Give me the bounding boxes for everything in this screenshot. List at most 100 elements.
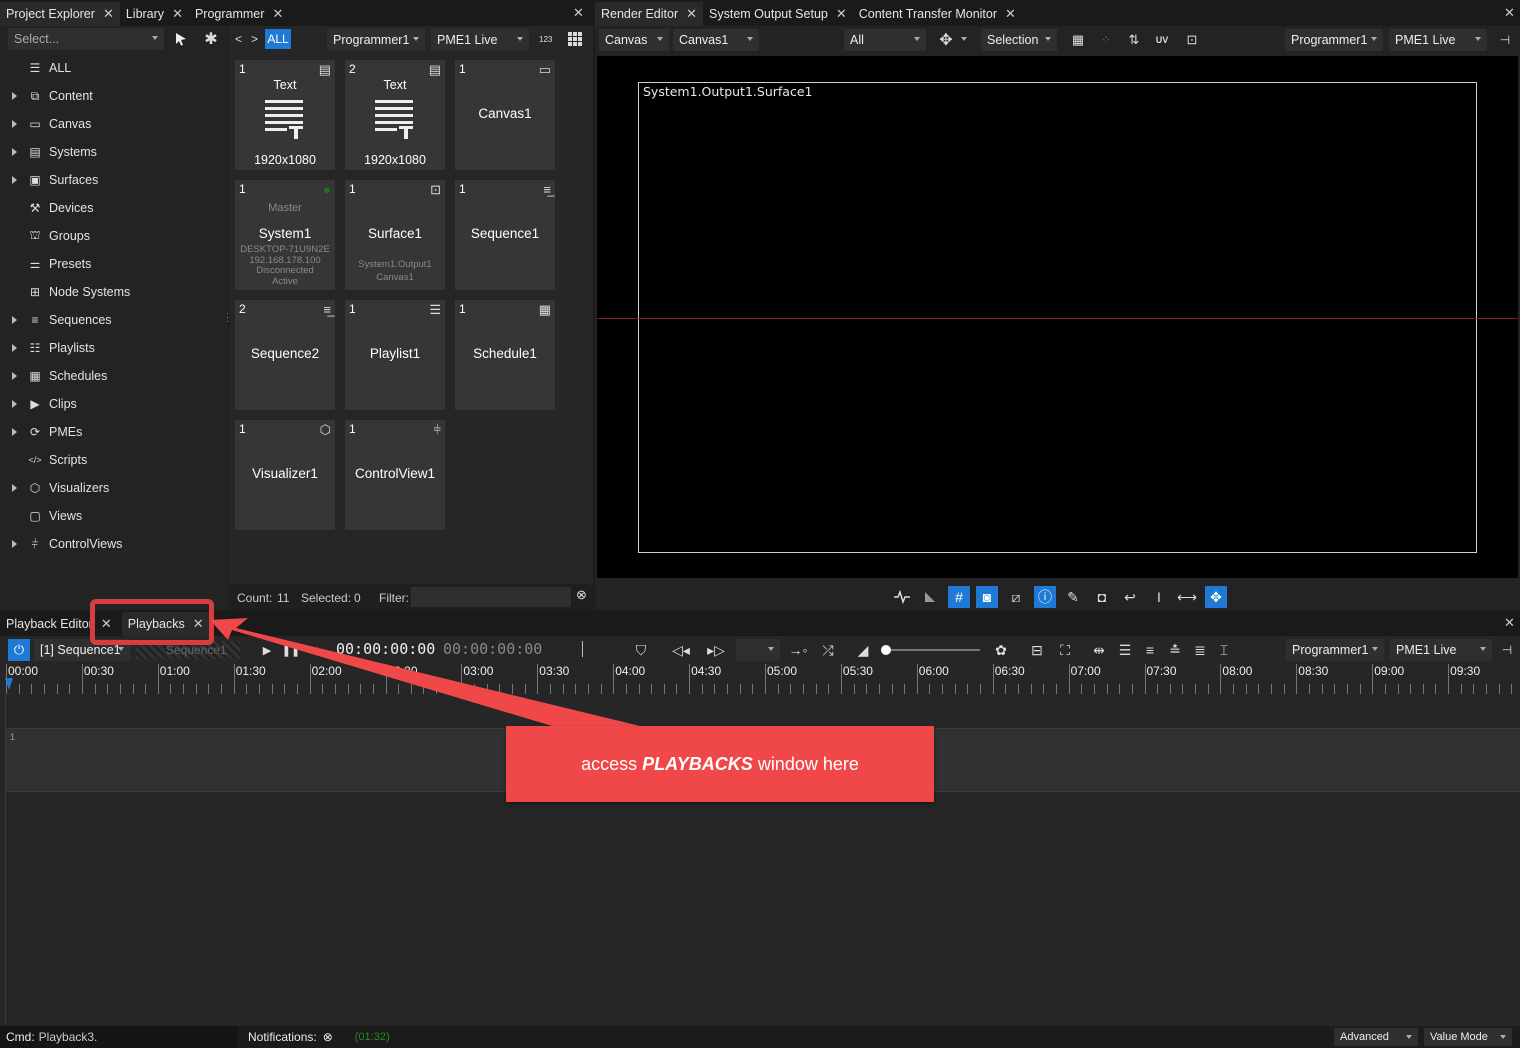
- number-toggle[interactable]: 123: [539, 35, 552, 44]
- stop-icon[interactable]: ■: [304, 639, 326, 661]
- expand-icon[interactable]: ⇹: [1088, 639, 1110, 661]
- close-icon[interactable]: ✕: [1005, 6, 1016, 22]
- power-icon[interactable]: ⏻: [8, 639, 30, 661]
- fit-icon[interactable]: ⊟: [1026, 639, 1048, 661]
- selection-dropdown[interactable]: Selection: [981, 29, 1057, 51]
- tree-item-sequences[interactable]: ≡ Sequences: [6, 306, 112, 334]
- next-cue-icon[interactable]: ▸▷: [705, 639, 727, 661]
- pin-icon[interactable]: ⊣: [1494, 29, 1516, 51]
- speed-slider[interactable]: [881, 645, 980, 655]
- marker-icon[interactable]: ⛉: [630, 639, 652, 661]
- library-tile-visualizer1[interactable]: 1 ⬡ Visualizer1: [235, 420, 335, 530]
- gradient-icon[interactable]: [919, 586, 941, 608]
- close-icon[interactable]: ✕: [836, 6, 847, 22]
- close-icon[interactable]: ✕: [103, 6, 114, 22]
- frame-icon[interactable]: ⊡: [1181, 29, 1203, 51]
- pme-dropdown[interactable]: PME1 Live: [431, 29, 529, 51]
- tree-item-clips[interactable]: ▶ Clips: [6, 390, 77, 418]
- close-icon[interactable]: ✕: [272, 6, 283, 22]
- expand-arrow-icon[interactable]: [12, 400, 17, 408]
- snap-icon[interactable]: ⁘: [1095, 29, 1117, 51]
- expand-arrow-icon[interactable]: [12, 372, 17, 380]
- flip-icon[interactable]: ⇅: [1123, 29, 1145, 51]
- library-tile-sequence1[interactable]: 1 ≡̲ Sequence1: [455, 180, 555, 290]
- tree-item-pmes[interactable]: ⟳ PMEs: [6, 418, 82, 446]
- expand-arrow-icon[interactable]: [12, 428, 17, 436]
- prev-cue-icon[interactable]: ◁◂: [670, 639, 692, 661]
- tree-item-presets[interactable]: ⚌ Presets: [6, 250, 92, 278]
- tree-item-visualizers[interactable]: ⬡ Visualizers: [6, 474, 109, 502]
- tree-item-canvas[interactable]: ▭ Canvas: [6, 110, 91, 138]
- slider-handle[interactable]: [881, 645, 891, 655]
- align-center-icon[interactable]: ☰: [1114, 639, 1136, 661]
- library-tile-system1[interactable]: 1 ● Master System1 DESKTOP-71U9N2E 192.168.17…: [235, 180, 335, 290]
- playback-pme-dropdown[interactable]: PME1 Live: [1390, 639, 1492, 661]
- filter-input[interactable]: [411, 587, 571, 607]
- grid-overlay-icon[interactable]: #: [948, 586, 970, 608]
- undo-icon[interactable]: ↩: [1119, 586, 1141, 608]
- explorer-select-dropdown[interactable]: Select...: [8, 28, 164, 50]
- tree-item-groups[interactable]: ⛫ Groups: [6, 222, 90, 250]
- all-filter-button[interactable]: ALL: [265, 29, 291, 49]
- tree-item-surfaces[interactable]: ▣ Surfaces: [6, 166, 98, 194]
- tab-programmer[interactable]: Programmer ✕: [189, 2, 289, 26]
- waveform-icon[interactable]: [891, 586, 913, 608]
- shuffle-icon[interactable]: ⤮: [817, 639, 839, 661]
- library-tile-surface1[interactable]: 1 ⊡ Surface1 System1.Output1 Canvas1: [345, 180, 445, 290]
- text-cursor-icon[interactable]: I: [1148, 586, 1170, 608]
- tree-item-playlists[interactable]: ☷ Playlists: [6, 334, 95, 362]
- gear-icon[interactable]: ✱: [200, 28, 222, 50]
- expand-arrow-icon[interactable]: [12, 316, 17, 324]
- cursor-icon[interactable]: [170, 28, 192, 50]
- track-height-icon[interactable]: ⌶: [1213, 639, 1235, 661]
- tab-project-explorer[interactable]: Project Explorer ✕: [0, 2, 120, 26]
- brush-icon[interactable]: ✎: [1062, 586, 1084, 608]
- tab-content-transfer-monitor[interactable]: Content Transfer Monitor ✕: [853, 2, 1022, 26]
- programmer-dropdown[interactable]: Programmer1: [327, 29, 425, 51]
- nav-next-button[interactable]: >: [251, 32, 258, 46]
- camera-view-icon[interactable]: ◙: [976, 586, 998, 608]
- tree-item-systems[interactable]: ▤ Systems: [6, 138, 97, 166]
- tab-system-output-setup[interactable]: System Output Setup ✕: [703, 2, 853, 26]
- grid-icon[interactable]: ▦: [1067, 29, 1089, 51]
- expand-arrow-icon[interactable]: [12, 484, 17, 492]
- expand-arrow-icon[interactable]: [12, 540, 17, 548]
- tree-item-schedules[interactable]: ▦ Schedules: [6, 362, 107, 390]
- expand-arrow-icon[interactable]: [12, 148, 17, 156]
- library-tile-schedule1[interactable]: 1 ▦ Schedule1: [455, 300, 555, 410]
- cue-dropdown[interactable]: [736, 639, 780, 661]
- edit-track-icon[interactable]: ≣: [1189, 639, 1211, 661]
- cmd-bar[interactable]: Cmd: Playback3.: [0, 1026, 238, 1048]
- play-icon[interactable]: ▶: [256, 639, 278, 661]
- tab-render-editor[interactable]: Render Editor ✕: [595, 2, 704, 26]
- tree-item-node-systems[interactable]: ⊞ Node Systems: [6, 278, 130, 306]
- library-tile-text[interactable]: 2 ▤ Text 1920x1080: [345, 60, 445, 170]
- close-icon[interactable]: ✕: [686, 6, 697, 22]
- expand-arrow-icon[interactable]: [12, 120, 17, 128]
- playback-programmer-dropdown[interactable]: Programmer1: [1286, 639, 1384, 661]
- render-viewport[interactable]: System1.Output1.Surface1: [597, 56, 1518, 578]
- tulip-icon[interactable]: ✿: [990, 639, 1012, 661]
- zoom-fit-icon[interactable]: ⛶: [1054, 639, 1076, 661]
- close-panel-icon[interactable]: ✕: [1504, 615, 1515, 631]
- tree-item-controlviews[interactable]: ⫩ ControlViews: [6, 530, 122, 558]
- expand-arrow-icon[interactable]: [12, 176, 17, 184]
- expand-arrow-icon[interactable]: [12, 344, 17, 352]
- render-pme-dropdown[interactable]: PME1 Live: [1389, 29, 1487, 51]
- advanced-dropdown[interactable]: Advanced: [1334, 1028, 1418, 1046]
- tree-item-all[interactable]: ☰ ALL: [6, 54, 72, 82]
- tree-item-views[interactable]: ▢ Views: [6, 502, 82, 530]
- library-tile-playlist1[interactable]: 1 ☰ Playlist1: [345, 300, 445, 410]
- library-tile-controlview1[interactable]: 1 ⫩ ControlView1: [345, 420, 445, 530]
- snapshot-icon[interactable]: ◘: [1091, 586, 1113, 608]
- speed-icon[interactable]: ◢: [852, 639, 874, 661]
- tree-item-content[interactable]: ⧉ Content: [6, 82, 93, 110]
- pin-icon[interactable]: ⊣: [1496, 639, 1518, 661]
- playhead[interactable]: [5, 678, 13, 690]
- chevron-down-icon[interactable]: [961, 37, 967, 41]
- expand-arrow-icon[interactable]: [12, 92, 17, 100]
- close-panel-icon[interactable]: ✕: [573, 5, 584, 21]
- fit-width-icon[interactable]: ⟷: [1176, 586, 1198, 608]
- tab-library[interactable]: Library ✕: [120, 2, 189, 26]
- align-rows-icon[interactable]: ≡: [1139, 639, 1161, 661]
